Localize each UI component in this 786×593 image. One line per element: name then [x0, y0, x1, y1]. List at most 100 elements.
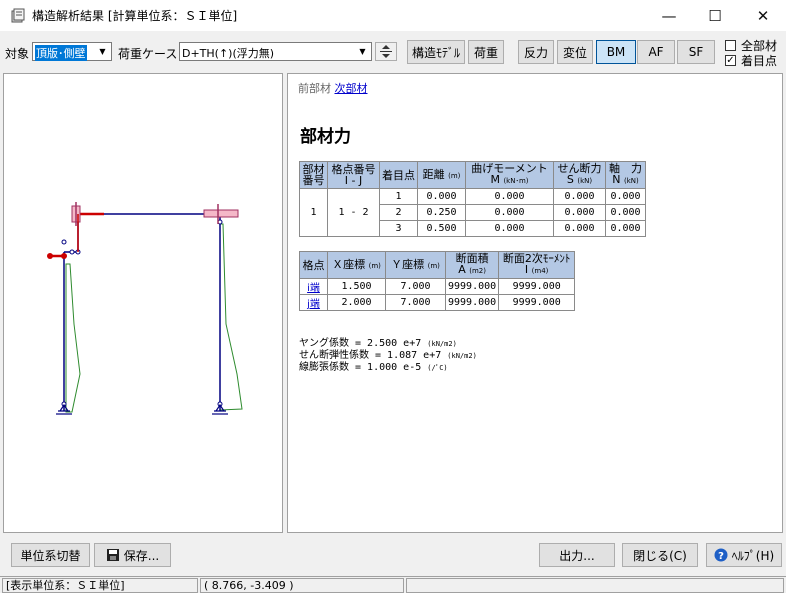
table-header-row: 部材 番号 格点番号 I - J 着目点 距離 (m) 曲げモーメント M (kN･m… [299, 161, 646, 189]
floppy-disk-icon [106, 549, 119, 561]
load-case-label: 荷重ケース [118, 47, 178, 61]
col-area: 断面積 A (m2) [444, 251, 500, 279]
moment-cell: 0.000 [465, 188, 554, 205]
member-nav: 前部材 次部材 [298, 80, 368, 96]
node-end-cell: j端 [299, 294, 328, 311]
window-title: 構造解析結果 [計算単位系：ＳＩ単位] [32, 9, 238, 23]
status-bar: [表示単位系：ＳＩ単位] ( 8.766, -3.409 ) [0, 576, 786, 593]
col-axial: 軸 力N (kN) [605, 161, 646, 189]
frame-diagram[interactable] [4, 74, 282, 532]
chevron-down-icon: ▼ [359, 47, 366, 56]
point-cell: 2 [379, 204, 418, 221]
table-row: 1 1 - 2 1 0.000 0.000 0.000 0.000 [299, 188, 646, 237]
output-button[interactable]: 出力... [539, 543, 615, 567]
i-end-link[interactable]: i端 [307, 283, 320, 294]
point-cell: 1 [379, 188, 418, 205]
sf-button[interactable]: SF [677, 40, 715, 64]
area-cell: 9999.000 [444, 294, 500, 311]
result-panel: 前部材 次部材 部材力 部材 番号 格点番号 I - J 着目点 距離 (m) 曲げ… [287, 73, 783, 533]
app-icon [10, 8, 26, 24]
col-node: 格点 [299, 251, 328, 279]
point-cell: 3 [379, 220, 418, 237]
maximize-button[interactable]: ☐ [692, 0, 738, 31]
x-cell: 1.500 [327, 278, 386, 295]
status-empty [406, 578, 784, 593]
col-x: Ｘ座標 (m) [327, 251, 386, 279]
moment-diagram-left [65, 263, 81, 413]
thermal-expansion: 線膨張係数 = 1.000 e-5 (/ﾟC) [299, 362, 448, 373]
table-row: j端 2.000 7.000 9999.000 9999.000 [299, 294, 576, 311]
shear-cell: 0.000 [553, 220, 606, 237]
shear-modulus: せん断弾性係数 = 1.087 e+7 (kN/m2) [299, 350, 477, 361]
prev-member-link: 前部材 [298, 82, 331, 95]
close-button[interactable]: 閉じる(C) [622, 543, 698, 567]
col-shear: せん断力 S (kN) [553, 161, 606, 189]
reaction-button[interactable]: 反力 [518, 40, 554, 64]
axial-cell: 0.000 [605, 188, 646, 205]
load-button[interactable]: 荷重 [468, 40, 504, 64]
section-title: 部材力 [300, 127, 351, 147]
axial-cell: 0.000 [605, 220, 646, 237]
node-coordinate-table: 格点 Ｘ座標 (m) Ｙ座標 (m) 断面積 A (m2) 断面2次ﾓｰﾒﾝﾄ I … [299, 251, 576, 311]
col-y: Ｙ座標 (m) [385, 251, 446, 279]
spinner-arrows-icon [380, 45, 392, 58]
moment-cell: 0.000 [465, 220, 554, 237]
focus-point-label: 着目点 [741, 54, 778, 68]
load-case-select[interactable]: D+TH(↑)(浮力無) ▼ [179, 42, 372, 61]
distance-cell: 0.250 [417, 204, 466, 221]
axial-cell: 0.000 [605, 204, 646, 221]
node-ij-cell: 1 - 2 [327, 188, 380, 237]
table-row: i端 1.500 7.000 9999.000 9999.000 [299, 278, 576, 295]
member-no-cell: 1 [299, 188, 328, 237]
svg-text:?: ? [718, 551, 724, 562]
next-member-link[interactable]: 次部材 [335, 82, 368, 95]
distance-cell: 0.500 [417, 220, 466, 237]
load-case-value: D+TH(↑)(浮力無) [182, 47, 275, 60]
inertia-cell: 9999.000 [498, 294, 576, 311]
status-coordinates: ( 8.766, -3.409 ) [200, 578, 404, 593]
close-window-button[interactable]: ✕ [740, 0, 786, 31]
help-label: ﾍﾙﾌﾟ(H) [731, 548, 775, 563]
displacement-button[interactable]: 変位 [557, 40, 593, 64]
j-end-link[interactable]: j端 [307, 299, 320, 310]
y-cell: 7.000 [385, 294, 446, 311]
y-cell: 7.000 [385, 278, 446, 295]
target-select[interactable]: 頂版･側壁 ▼ [32, 42, 112, 61]
col-inertia: 断面2次ﾓｰﾒﾝﾄ I (m4) [498, 251, 576, 279]
x-cell: 2.000 [327, 294, 386, 311]
shear-cell: 0.000 [553, 204, 606, 221]
all-members-checkbox[interactable] [725, 40, 736, 51]
distance-cell: 0.000 [417, 188, 466, 205]
moment-diagram-right [219, 223, 243, 411]
col-distance: 距離 (m) [417, 161, 466, 189]
status-unit: [表示単位系：ＳＩ単位] [2, 578, 198, 593]
member-force-table: 部材 番号 格点番号 I - J 着目点 距離 (m) 曲げモーメント M (kN･m… [299, 161, 646, 237]
moment-cell: 0.000 [465, 204, 554, 221]
help-button[interactable]: ? ﾍﾙﾌﾟ(H) [706, 543, 782, 567]
col-node-no: 格点番号 I - J [327, 161, 380, 189]
table-header-row: 格点 Ｘ座標 (m) Ｙ座標 (m) 断面積 A (m2) 断面2次ﾓｰﾒﾝﾄ I … [299, 251, 576, 279]
young-modulus: ヤング係数 = 2.500 e+7 (kN/m2) [299, 338, 457, 349]
focus-point-checkbox[interactable]: ✓ [725, 55, 736, 66]
col-moment: 曲げモーメント M (kN･m) [465, 161, 554, 189]
material-properties: ヤング係数 = 2.500 e+7 (kN/m2) せん断弾性係数 = 1.08… [299, 338, 477, 374]
target-label: 対象 [5, 47, 30, 61]
pin-supports [56, 403, 228, 415]
node-end-cell: i端 [299, 278, 328, 295]
inertia-cell: 9999.000 [498, 278, 576, 295]
structure-diagram-panel[interactable] [3, 73, 283, 533]
area-cell: 9999.000 [444, 278, 500, 295]
load-case-spinner[interactable] [375, 42, 397, 61]
chevron-down-icon: ▼ [99, 47, 106, 56]
minimize-button[interactable]: — [646, 0, 692, 31]
node-markers [61, 219, 223, 407]
save-label: 保存... [123, 548, 160, 563]
col-focus-point: 着目点 [379, 161, 418, 189]
shear-cell: 0.000 [553, 188, 606, 205]
bm-button[interactable]: BM [596, 40, 636, 64]
save-button[interactable]: 保存... [94, 543, 171, 567]
af-button[interactable]: AF [637, 40, 675, 64]
structure-model-button[interactable]: 構造ﾓﾃﾞﾙ [407, 40, 465, 64]
col-member-no: 部材 番号 [299, 161, 328, 189]
unit-switch-button[interactable]: 単位系切替 [11, 543, 90, 567]
